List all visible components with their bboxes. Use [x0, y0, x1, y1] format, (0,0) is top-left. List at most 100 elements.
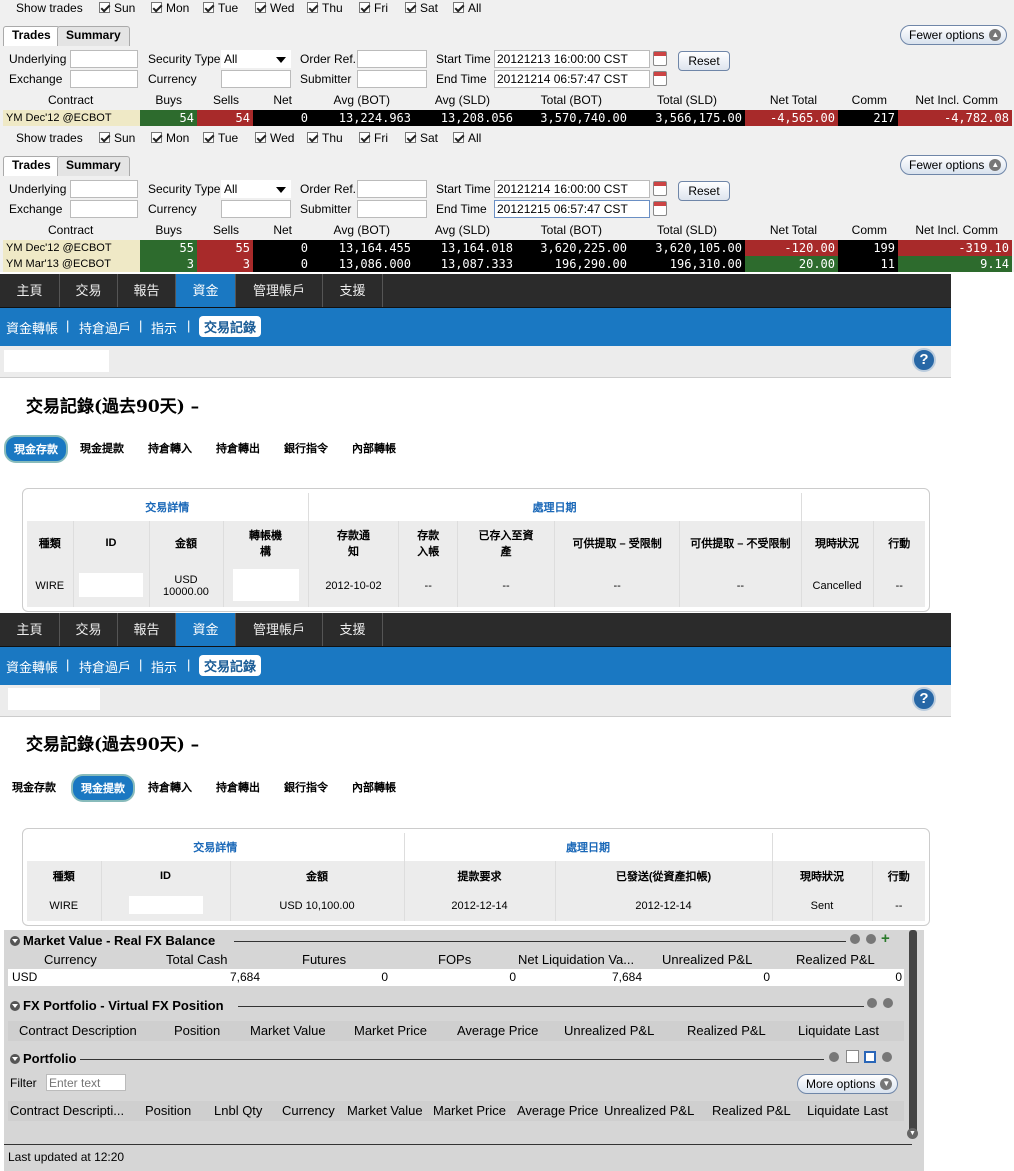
checkbox-all[interactable]: All	[453, 130, 481, 146]
tab-cash-withdrawal[interactable]: 現金提款	[71, 774, 135, 802]
checkbox-all[interactable]: All	[453, 0, 481, 16]
table-row[interactable]: WIRE USD 10,100.00 2012-12-14 2012-12-14…	[27, 891, 925, 921]
link-icon[interactable]	[850, 934, 860, 944]
tab-position-out[interactable]: 持倉轉出	[216, 440, 260, 456]
table-row[interactable]: YM Dec'12 @ECBOT 54 54 0 13,224.963 13,2…	[0, 110, 1014, 126]
tab-bank-instructions[interactable]: 銀行指令	[284, 440, 328, 456]
collapse-icon[interactable]	[10, 1001, 20, 1011]
tab-position-in[interactable]: 持倉轉入	[148, 779, 192, 795]
link-icon[interactable]	[867, 998, 877, 1008]
checkbox-fri[interactable]: Fri	[359, 0, 388, 16]
tab-bank-instructions[interactable]: 銀行指令	[284, 779, 328, 795]
tab-internal-transfer[interactable]: 內部轉帳	[352, 779, 396, 795]
end-time-input[interactable]: 20121214 06:57:47 CST	[494, 70, 650, 88]
submitter-input[interactable]	[357, 200, 427, 218]
table-row[interactable]: USD 7,684 0 0 7,684 0 0	[8, 969, 904, 986]
security-type-select[interactable]: All	[221, 50, 291, 68]
checkbox-fri[interactable]: Fri	[359, 130, 388, 146]
market-value-section-title[interactable]: Market Value - Real FX Balance	[10, 933, 215, 948]
filter-input[interactable]	[46, 1074, 126, 1091]
underlying-input[interactable]	[70, 180, 138, 198]
help-icon[interactable]: ?	[912, 348, 936, 372]
window-icon[interactable]	[864, 1051, 876, 1063]
reset-button[interactable]: Reset	[678, 181, 730, 201]
table-row[interactable]: YM Dec'12 @ECBOT 55 55 0 13,164.455 13,1…	[0, 240, 1014, 256]
settings-icon[interactable]	[883, 998, 893, 1008]
checkbox-sun[interactable]: Sun	[99, 0, 135, 16]
fewer-options-button[interactable]: Fewer options ▲	[900, 155, 1008, 175]
calendar-icon[interactable]	[653, 201, 667, 216]
underlying-input[interactable]	[70, 50, 138, 68]
nav-funding[interactable]: 資金	[176, 613, 236, 646]
tab-trades[interactable]: Trades	[3, 26, 60, 46]
collapse-icon[interactable]	[10, 936, 20, 946]
checkbox-thu[interactable]: Thu	[307, 130, 343, 146]
order-ref-input[interactable]	[357, 180, 427, 198]
nav-reports[interactable]: 報告	[118, 613, 176, 646]
nav-manage-account[interactable]: 管理帳戶	[236, 274, 323, 307]
nav-support[interactable]: 支援	[323, 274, 383, 307]
exchange-input[interactable]	[70, 70, 138, 88]
sub-position-transfer[interactable]: 持倉過戶	[79, 657, 131, 676]
checkbox-tue[interactable]: Tue	[203, 0, 238, 16]
currency-input[interactable]	[221, 200, 291, 218]
calendar-icon[interactable]	[653, 51, 667, 66]
tab-summary[interactable]: Summary	[57, 26, 130, 46]
tab-cash-withdrawal[interactable]: 現金提款	[80, 440, 124, 456]
nav-manage-account[interactable]: 管理帳戶	[236, 613, 323, 646]
table-row[interactable]: WIRE USD 10000.00 2012-10-02 -- -- -- --…	[27, 565, 925, 607]
checkbox-sat[interactable]: Sat	[405, 130, 438, 146]
settings-icon[interactable]	[882, 1052, 892, 1062]
fewer-options-button[interactable]: Fewer options ▲	[900, 25, 1008, 45]
nav-funding[interactable]: 資金	[176, 274, 236, 307]
collapse-icon[interactable]	[10, 1054, 20, 1064]
tab-cash-deposit[interactable]: 現金存款	[12, 779, 56, 795]
sub-transaction-history[interactable]: 交易記錄	[199, 316, 262, 337]
calendar-icon[interactable]	[653, 71, 667, 86]
sub-instructions[interactable]: 指示	[151, 318, 177, 337]
link-icon[interactable]	[829, 1052, 839, 1062]
checkbox-sat[interactable]: Sat	[405, 0, 438, 16]
more-options-button[interactable]: More options ▼	[797, 1074, 899, 1094]
calendar-icon[interactable]	[653, 181, 667, 196]
portfolio-section-title[interactable]: Portfolio	[10, 1051, 76, 1066]
reset-button[interactable]: Reset	[678, 51, 730, 71]
help-icon[interactable]: ?	[912, 687, 936, 711]
sub-transaction-history[interactable]: 交易記錄	[199, 655, 262, 676]
nav-trade[interactable]: 交易	[60, 274, 118, 307]
currency-input[interactable]	[221, 70, 291, 88]
checkbox-mon[interactable]: Mon	[151, 0, 189, 16]
checkbox-wed[interactable]: Wed	[255, 0, 294, 16]
tab-internal-transfer[interactable]: 內部轉帳	[352, 440, 396, 456]
checkbox-thu[interactable]: Thu	[307, 0, 343, 16]
add-icon[interactable]: +	[881, 930, 890, 947]
tab-cash-deposit[interactable]: 現金存款	[4, 435, 68, 463]
nav-support[interactable]: 支援	[323, 613, 383, 646]
nav-home[interactable]: 主頁	[0, 613, 60, 646]
start-time-input[interactable]: 20121214 16:00:00 CST	[494, 180, 650, 198]
sub-fund-transfer[interactable]: 資金轉帳	[6, 657, 58, 676]
sub-fund-transfer[interactable]: 資金轉帳	[6, 318, 58, 337]
checkbox-wed[interactable]: Wed	[255, 130, 294, 146]
scroll-down-icon[interactable]: ▼	[907, 1128, 918, 1139]
table-row[interactable]: YM Mar'13 @ECBOT 3 3 0 13,086.000 13,087…	[0, 256, 1014, 272]
exchange-input[interactable]	[70, 200, 138, 218]
submitter-input[interactable]	[357, 70, 427, 88]
checkbox-sun[interactable]: Sun	[99, 130, 135, 146]
sub-position-transfer[interactable]: 持倉過戶	[79, 318, 131, 337]
order-ref-input[interactable]	[357, 50, 427, 68]
tab-trades[interactable]: Trades	[3, 156, 60, 176]
vertical-scrollbar[interactable]	[909, 930, 917, 1135]
tab-summary[interactable]: Summary	[57, 156, 130, 176]
tab-position-out[interactable]: 持倉轉出	[216, 779, 260, 795]
nav-reports[interactable]: 報告	[118, 274, 176, 307]
nav-home[interactable]: 主頁	[0, 274, 60, 307]
end-time-input[interactable]: 20121215 06:57:47 CST	[494, 200, 650, 218]
checkbox-mon[interactable]: Mon	[151, 130, 189, 146]
account-selector[interactable]	[8, 688, 100, 710]
account-selector[interactable]	[4, 350, 109, 372]
nav-trade[interactable]: 交易	[60, 613, 118, 646]
security-type-select[interactable]: All	[221, 180, 291, 198]
checkbox-tue[interactable]: Tue	[203, 130, 238, 146]
fx-portfolio-section-title[interactable]: FX Portfolio - Virtual FX Position	[10, 998, 224, 1013]
